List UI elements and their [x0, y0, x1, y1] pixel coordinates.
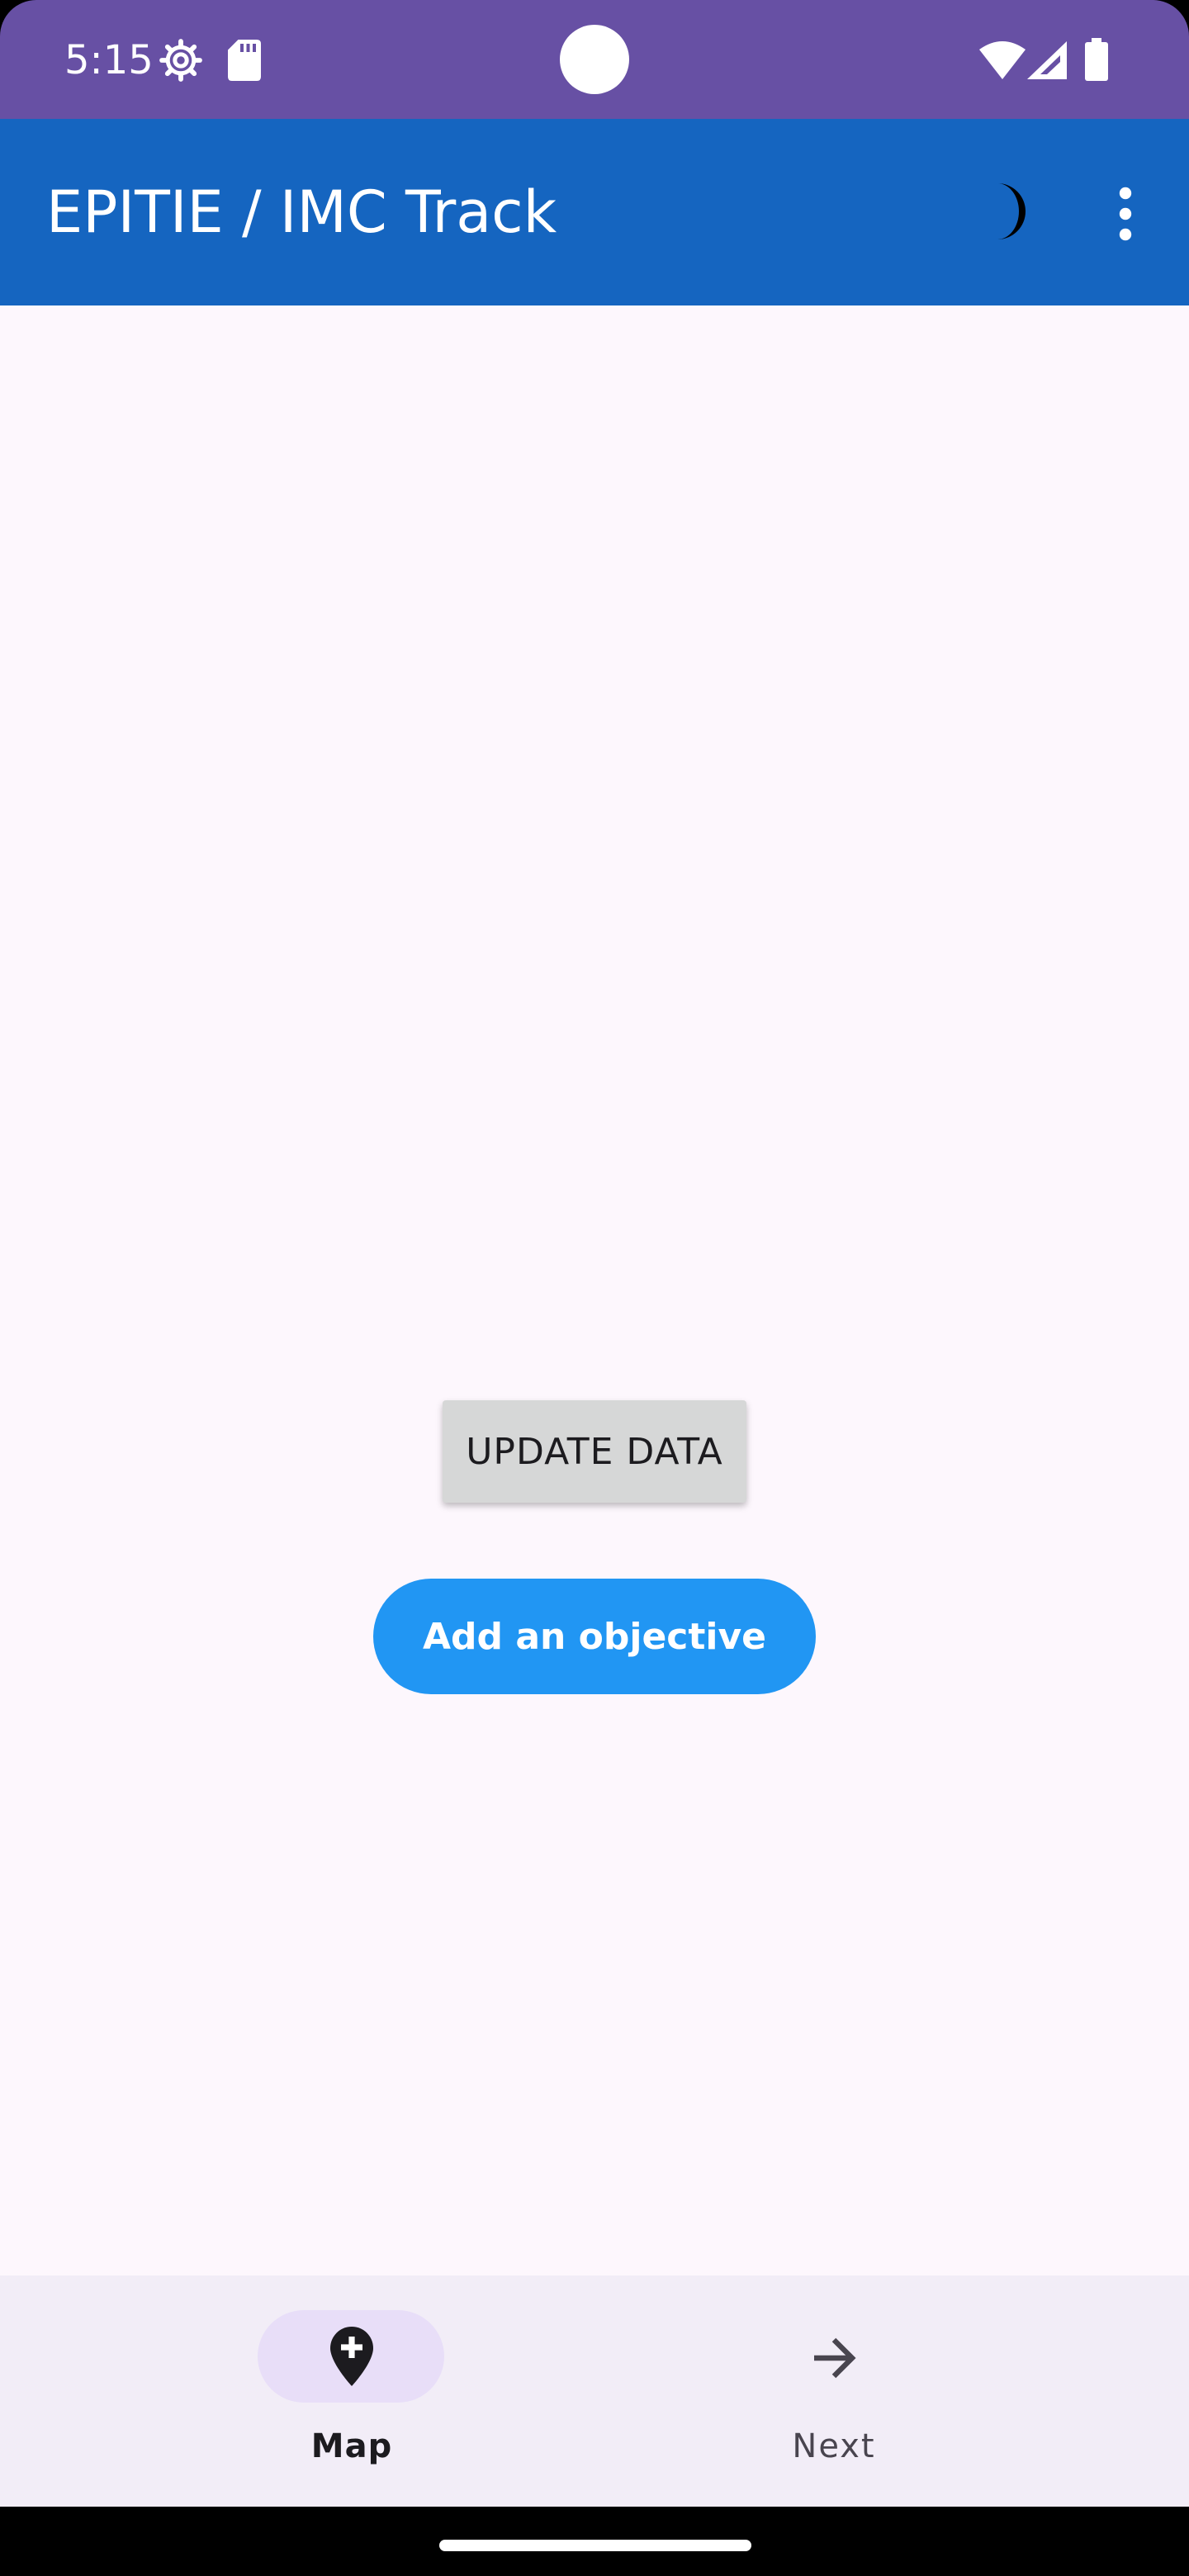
app-bar: EPITIE / IMC Track	[0, 119, 1189, 305]
more-vert-icon[interactable]	[1111, 185, 1139, 243]
nav-item-map[interactable]: Map	[0, 2275, 594, 2507]
cellular-signal-icon	[1027, 41, 1067, 79]
bottom-navigation: Map Next	[0, 2275, 1189, 2507]
home-gesture-handle[interactable]	[439, 2540, 751, 2551]
dark-mode-moon-icon[interactable]	[978, 182, 1035, 241]
nav-item-next[interactable]: Next	[594, 2275, 1189, 2507]
add-location-icon	[330, 2327, 373, 2386]
status-time: 5:15	[64, 37, 154, 83]
nav-label-next: Next	[792, 2427, 876, 2465]
gesture-navigation-area	[0, 2507, 1189, 2576]
app-title: EPITIE / IMC Track	[46, 178, 557, 246]
phone-screen: 5:15 EPITIE / IMC Track UPDATE DATA Add …	[0, 0, 1189, 2576]
sd-card-icon	[228, 40, 261, 81]
settings-gear-icon	[159, 39, 202, 82]
add-objective-button[interactable]: Add an objective	[373, 1579, 816, 1694]
main-content: UPDATE DATA Add an objective	[0, 305, 1189, 2275]
camera-cutout	[560, 25, 629, 94]
wifi-icon	[979, 41, 1026, 79]
status-bar: 5:15	[0, 0, 1189, 119]
arrow-forward-icon	[814, 2337, 856, 2379]
update-data-button[interactable]: UPDATE DATA	[443, 1400, 746, 1503]
battery-icon	[1085, 38, 1108, 81]
